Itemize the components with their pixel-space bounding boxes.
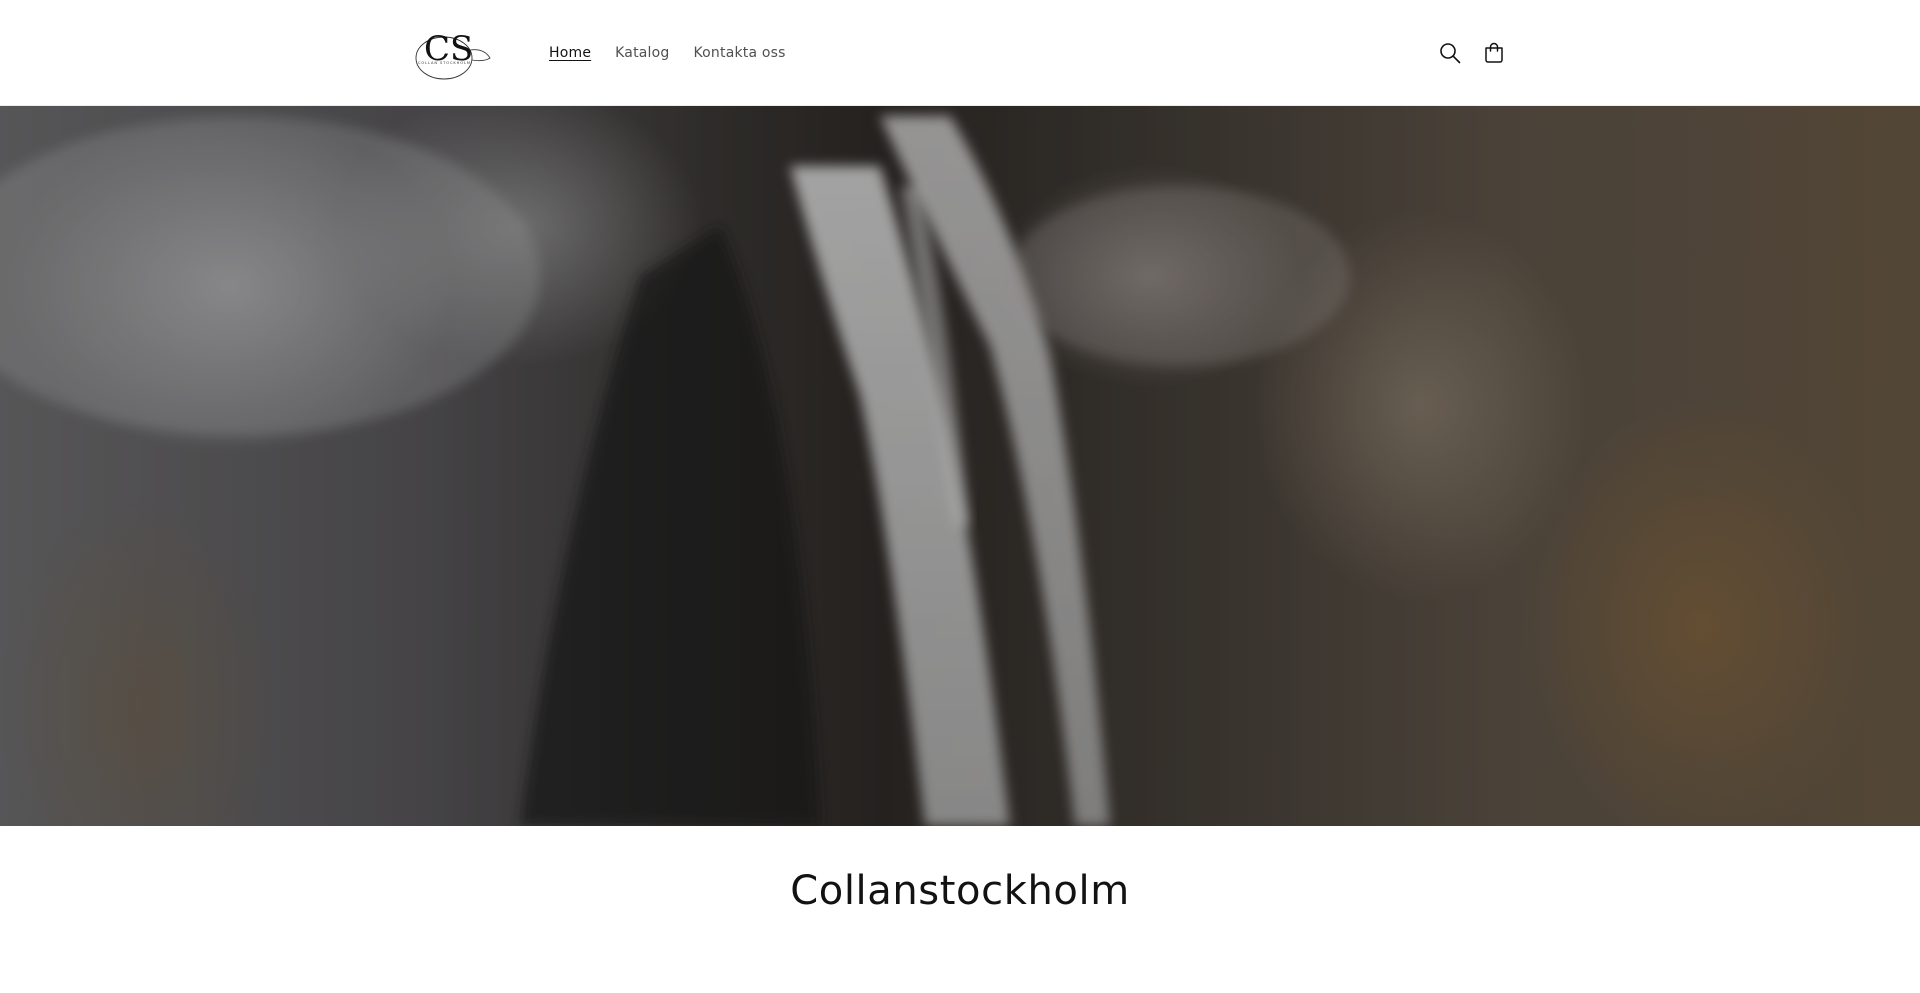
header-icons <box>1434 37 1510 69</box>
search-icon <box>1440 42 1461 63</box>
hero-overlay <box>0 106 1920 826</box>
cart-icon <box>1485 42 1503 63</box>
logo-tagline: COLLAN STOCKHOLM <box>418 61 471 65</box>
main-nav: Home Katalog Kontakta oss <box>537 43 798 63</box>
hero-banner <box>0 106 1920 826</box>
nav-kontakta-oss[interactable]: Kontakta oss <box>681 43 797 63</box>
nav-katalog[interactable]: Katalog <box>603 43 681 63</box>
cart-button[interactable] <box>1478 37 1510 69</box>
header-inner: CS COLLAN STOCKHOLM Home Katalog Kontakt… <box>410 0 1510 105</box>
collection-section: Collanstockholm <box>0 826 1920 993</box>
nav-home[interactable]: Home <box>537 43 603 63</box>
logo: CS COLLAN STOCKHOLM <box>415 29 491 79</box>
search-button[interactable] <box>1434 37 1466 69</box>
collection-title: Collanstockholm <box>790 868 1130 914</box>
site-header: CS COLLAN STOCKHOLM Home Katalog Kontakt… <box>0 0 1920 106</box>
logo-link[interactable]: CS COLLAN STOCKHOLM <box>410 24 537 82</box>
